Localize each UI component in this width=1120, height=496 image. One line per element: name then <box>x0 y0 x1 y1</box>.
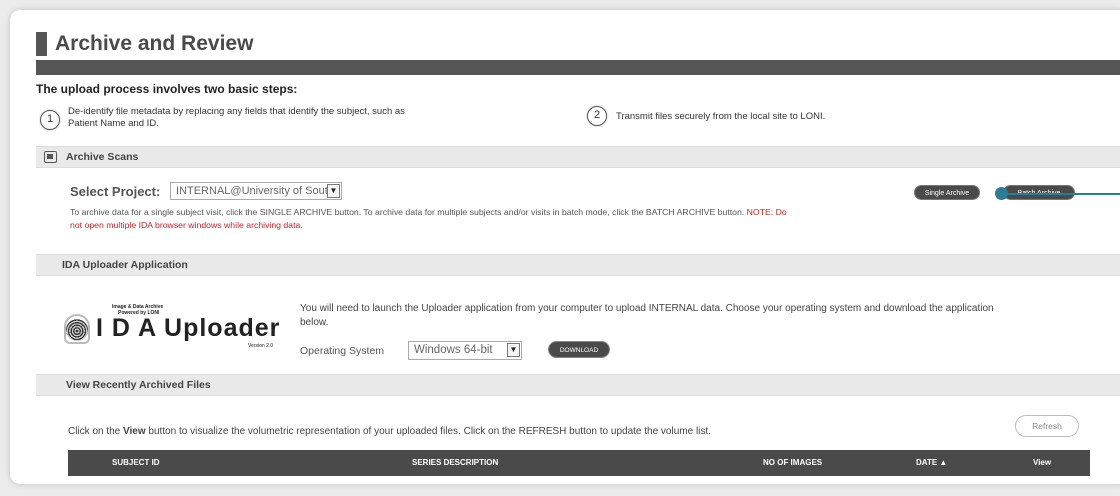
archive-note-start: NOTE: Do <box>746 207 787 217</box>
step-2-number: 2 <box>587 106 607 126</box>
ida-uploader-logo: Image & Data Archive Powered by LONI I D… <box>62 304 292 364</box>
os-select-value: Windows 64-bit <box>414 344 493 356</box>
os-select[interactable]: Windows 64-bit ▼ <box>408 341 522 360</box>
step-2-text: Transmit files securely from the local s… <box>616 111 826 122</box>
callout-line <box>1007 193 1120 195</box>
fingerprint-icon <box>66 319 88 341</box>
steps-heading: The upload process involves two basic st… <box>36 82 298 96</box>
uploader-description-line-2: below. <box>300 317 329 328</box>
archive-scans-header: Archive Scans <box>36 146 1120 168</box>
column-no-of-images[interactable]: NO OF IMAGES <box>763 450 822 476</box>
recent-files-header: View Recently Archived Files <box>36 374 1120 396</box>
uploader-description: You will need to launch the Uploader app… <box>300 302 1060 330</box>
recent-instructions: Click on the View button to visualize th… <box>68 426 711 437</box>
archive-instructions-main: To archive data for a single subject vis… <box>70 207 745 217</box>
logo-version: Version 2.0 <box>248 343 274 349</box>
logo-wordmark: I D A Uploader <box>96 314 281 342</box>
archive-icon <box>44 151 57 163</box>
chevron-down-icon: ▼ <box>507 343 520 357</box>
recent-instructions-post: button to visualize the volumetric repre… <box>145 426 711 437</box>
step-1-number: 1 <box>40 110 60 130</box>
project-select-value: INTERNAL@University of Soutl <box>176 185 331 197</box>
uploader-title: IDA Uploader Application <box>62 259 188 271</box>
header-divider <box>36 60 1120 75</box>
step-1-line-2: Patient Name and ID. <box>68 118 159 129</box>
step-1-line-1: De-identify file metadata by replacing a… <box>68 106 405 117</box>
uploader-description-line-1: You will need to launch the Uploader app… <box>300 303 994 314</box>
os-label: Operating System <box>300 345 385 357</box>
column-subject-id[interactable]: SUBJECT ID <box>112 450 160 476</box>
archive-instructions: To archive data for a single subject vis… <box>70 206 900 232</box>
column-date-sort[interactable]: DATE ▲ <box>916 450 947 476</box>
page-title: Archive and Review <box>55 32 254 55</box>
chevron-down-icon: ▼ <box>327 184 340 198</box>
page-card: Archive and Review The upload process in… <box>10 10 1120 484</box>
refresh-button[interactable]: Refresh <box>1015 415 1079 437</box>
title-accent-bar <box>36 32 47 56</box>
recent-instructions-view: View <box>123 426 146 437</box>
page-header: Archive and Review <box>36 32 253 56</box>
recent-instructions-pre: Click on the <box>68 426 124 437</box>
archived-files-table-header: SUBJECT ID SERIES DESCRIPTION NO OF IMAG… <box>68 450 1090 476</box>
archive-note-end: not open multiple IDA browser windows wh… <box>70 220 303 230</box>
column-view[interactable]: View <box>1033 450 1051 476</box>
recent-files-title: View Recently Archived Files <box>66 379 211 391</box>
column-series-description[interactable]: SERIES DESCRIPTION <box>412 450 498 476</box>
step-1-text: De-identify file metadata by replacing a… <box>68 106 488 130</box>
uploader-header: IDA Uploader Application <box>36 254 1120 276</box>
project-select[interactable]: INTERNAL@University of Soutl ▼ <box>170 182 342 200</box>
select-project-label: Select Project: <box>70 184 161 199</box>
single-archive-button[interactable]: Single Archive <box>914 185 980 200</box>
download-button[interactable]: DOWNLOAD <box>548 341 610 358</box>
archive-scans-title: Archive Scans <box>66 151 139 163</box>
